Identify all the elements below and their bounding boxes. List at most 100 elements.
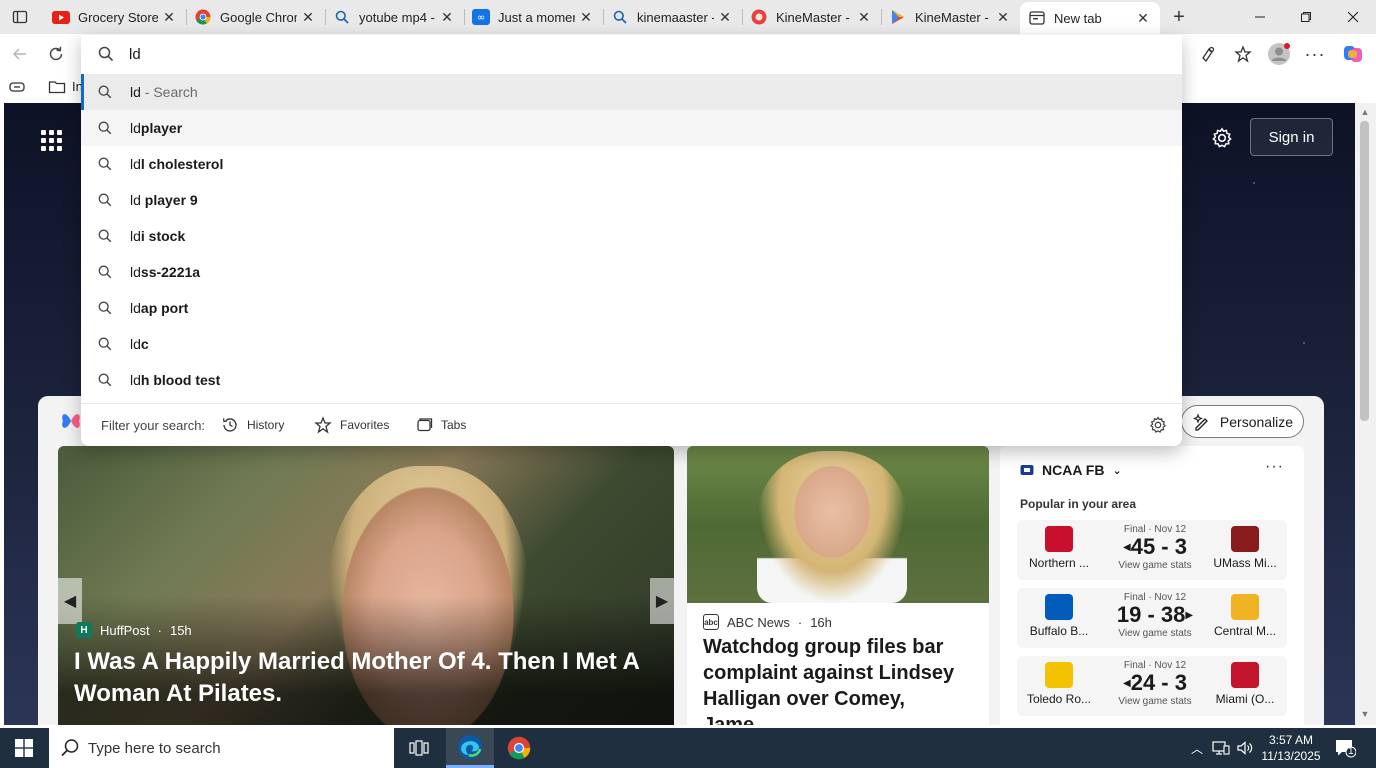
dot [56, 145, 62, 151]
profile-button[interactable] [1265, 40, 1293, 68]
league-selector[interactable]: NCAA FB ⌄ [1020, 462, 1122, 478]
suggestion-item[interactable]: ld - Search [81, 74, 1182, 110]
new-tab-button[interactable]: + [1166, 4, 1192, 30]
article-card[interactable]: abc ABC News · 16h Watchdog group files … [687, 446, 989, 725]
close-tab-icon[interactable]: ✕ [992, 6, 1014, 28]
abc-news-logo-icon: abc [703, 614, 719, 630]
volume-button[interactable] [1234, 728, 1256, 768]
scroll-down-arrow-icon[interactable]: ▼ [1359, 709, 1371, 719]
view-game-stats-link[interactable]: View game stats [1105, 560, 1205, 571]
page-settings-button[interactable] [1208, 124, 1236, 152]
close-tab-icon[interactable]: ✕ [158, 6, 180, 28]
close-tab-icon[interactable]: ✕ [575, 6, 597, 28]
game-row[interactable]: Northern ... Final · Nov 12 ◀45 - 3 View… [1017, 520, 1287, 580]
tab-6[interactable]: KineMaster - V ✕ [881, 0, 1020, 34]
search-icon [98, 46, 114, 62]
away-team: UMass Mi... [1203, 526, 1287, 570]
close-tab-icon[interactable]: ✕ [714, 6, 736, 28]
dot [40, 129, 46, 135]
minimize-button[interactable] [1237, 0, 1283, 34]
read-aloud-icon [1202, 46, 1215, 63]
away-team-name: Miami (O... [1215, 692, 1275, 706]
tab-2[interactable]: yotube mp4 - Se ✕ [325, 0, 464, 34]
suggestion-item[interactable]: ldc [81, 326, 1182, 362]
league-name: NCAA FB [1042, 462, 1105, 478]
tab-7[interactable]: New tab ✕ [1020, 2, 1160, 34]
read-aloud-button[interactable] [1194, 40, 1222, 68]
close-tab-icon[interactable]: ✕ [1132, 7, 1154, 29]
close-icon [1347, 11, 1359, 23]
suggestion-item[interactable]: ldss-2221a [81, 254, 1182, 290]
taskbar-search-box[interactable]: Type here to search [49, 728, 394, 768]
away-team: Miami (O... [1203, 662, 1287, 706]
search-settings-button[interactable] [1149, 416, 1167, 437]
favorites-button[interactable] [1229, 40, 1257, 68]
suggestion-completion: c [140, 336, 149, 352]
filter-favorites-button[interactable]: Favorites [314, 415, 389, 435]
notifications-button[interactable]: 1 [1328, 728, 1362, 768]
address-input[interactable] [129, 44, 1129, 64]
favorites-folder[interactable]: In [48, 79, 83, 94]
suggestion-text: ldap port [130, 300, 188, 316]
carousel-next-button[interactable]: ▶ [650, 578, 674, 624]
view-game-stats-link[interactable]: View game stats [1105, 696, 1205, 707]
back-button[interactable] [6, 40, 34, 68]
game-row[interactable]: Buffalo B... Final · Nov 12 19 - 38▶ Vie… [1017, 588, 1287, 648]
start-button[interactable] [0, 728, 48, 768]
taskbar-clock[interactable]: 3:57 AM 11/13/2025 [1256, 732, 1326, 764]
copilot-button[interactable] [1339, 40, 1367, 68]
sports-more-button[interactable]: ··· [1265, 458, 1284, 476]
suggestion-item[interactable]: ldi stock [81, 218, 1182, 254]
network-button[interactable] [1210, 728, 1232, 768]
tab-0[interactable]: Grocery Store Vi ✕ [44, 0, 186, 34]
game-score-text: 19 - 38 [1116, 602, 1186, 627]
restore-button[interactable] [1283, 0, 1329, 34]
suggestion-text: ldss-2221a [130, 264, 200, 280]
scrollbar-thumb[interactable] [1360, 121, 1369, 421]
close-tab-icon[interactable]: ✕ [297, 6, 319, 28]
show-hidden-icons-button[interactable]: ︿ [1186, 728, 1208, 768]
refresh-button[interactable] [42, 40, 70, 68]
microsoft-start-logo[interactable] [60, 410, 82, 435]
view-game-stats-link[interactable]: View game stats [1105, 628, 1205, 639]
tab-5[interactable]: KineMaster - Th ✕ [742, 0, 881, 34]
close-tab-icon[interactable]: ✕ [853, 6, 875, 28]
tab-1[interactable]: Google Chrome ✕ [186, 0, 325, 34]
svg-text:∞: ∞ [477, 13, 485, 24]
personalize-button[interactable]: Personalize [1181, 405, 1304, 438]
filter-history-button[interactable]: History [221, 415, 284, 435]
suggestion-item[interactable]: ld player 9 [81, 182, 1182, 218]
scroll-up-arrow-icon[interactable]: ▲ [1359, 107, 1371, 117]
filter-tabs-button[interactable]: Tabs [415, 415, 466, 435]
task-view-button[interactable] [395, 728, 443, 768]
separator-dot: · [797, 614, 803, 630]
windows-logo-icon [15, 739, 33, 757]
close-window-button[interactable] [1330, 0, 1376, 34]
app-launcher-button[interactable] [38, 127, 64, 153]
article-source-name: ABC News [727, 614, 790, 630]
suggestion-item[interactable]: ldl cholesterol [81, 146, 1182, 182]
tab-3[interactable]: ∞ Just a moment... ✕ [464, 0, 603, 34]
tab-4[interactable]: kinemaaster - Se ✕ [603, 0, 742, 34]
game-row[interactable]: Toledo Ro... Final · Nov 12 ◀24 - 3 View… [1017, 656, 1287, 716]
dot [48, 145, 54, 151]
tab-actions-button[interactable] [0, 0, 40, 34]
dot [56, 137, 62, 143]
page-scrollbar[interactable]: ▲ ▼ [1355, 103, 1376, 725]
suggestion-item[interactable]: ldplayer [81, 110, 1182, 146]
carousel-prev-button[interactable]: ◀ [58, 578, 82, 624]
close-tab-icon[interactable]: ✕ [436, 6, 458, 28]
favorites-bar-toggle[interactable] [8, 80, 26, 97]
suggestion-item[interactable]: ldh blood test [81, 362, 1182, 398]
search-icon [333, 8, 351, 26]
address-bar[interactable] [81, 35, 1182, 73]
more-menu-button[interactable]: ··· [1301, 40, 1329, 68]
hero-headline[interactable]: I Was A Happily Married Mother Of 4. The… [74, 646, 664, 710]
hero-article-card[interactable]: ◀ ▶ H HuffPost · 15h I Was A Happily Mar… [58, 446, 674, 725]
edge-icon [458, 734, 482, 759]
article-headline[interactable]: Watchdog group files bar complaint again… [703, 634, 975, 725]
sign-in-button[interactable]: Sign in [1250, 118, 1333, 156]
edge-taskbar-button[interactable] [446, 728, 494, 768]
chrome-taskbar-button[interactable] [495, 728, 543, 768]
suggestion-item[interactable]: ldap port [81, 290, 1182, 326]
